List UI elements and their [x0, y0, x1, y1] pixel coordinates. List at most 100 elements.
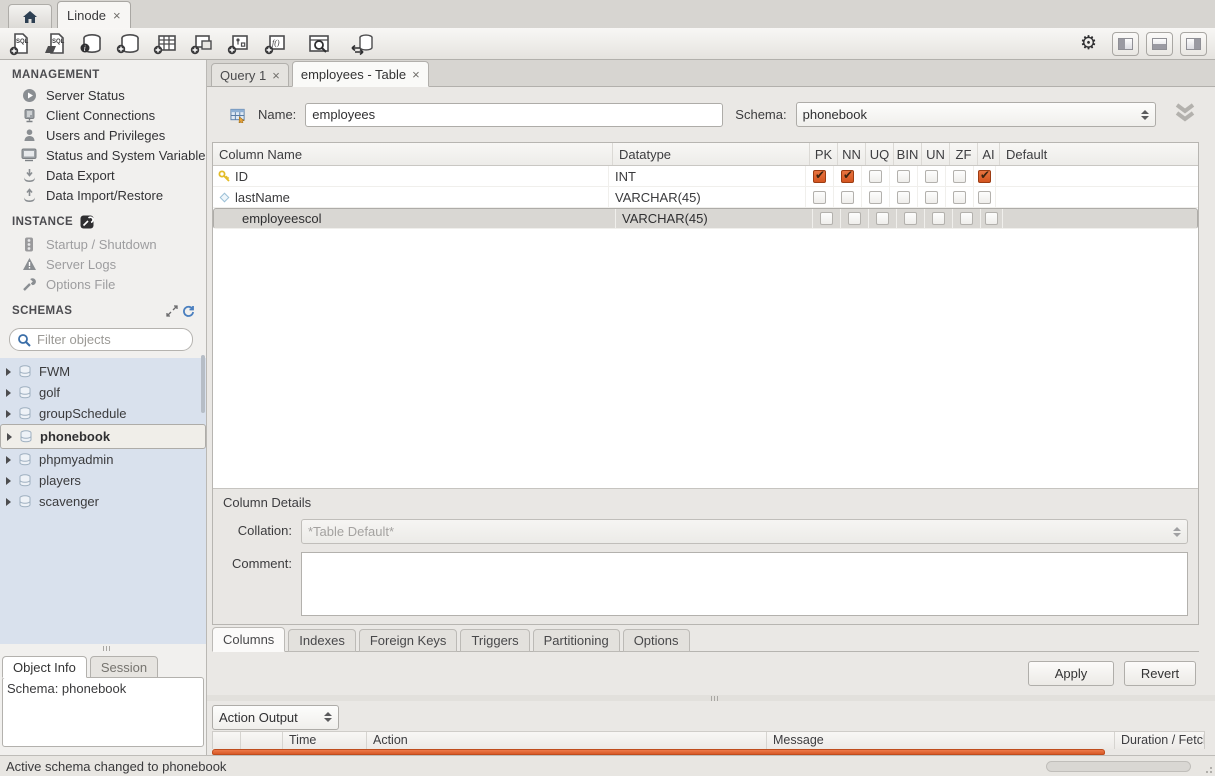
schema-item-golf[interactable]: golf [0, 382, 206, 403]
ai-checkbox[interactable] [985, 212, 998, 225]
chevron-double-down-icon[interactable] [1172, 102, 1198, 127]
bin-checkbox[interactable] [897, 170, 910, 183]
nn-checkbox[interactable] [841, 191, 854, 204]
expander-icon[interactable] [6, 456, 11, 464]
revert-button[interactable]: Revert [1124, 661, 1196, 686]
pk-checkbox[interactable] [820, 212, 833, 225]
add-view-icon[interactable] [189, 32, 215, 56]
un-checkbox[interactable] [932, 212, 945, 225]
expander-icon[interactable] [6, 498, 11, 506]
close-icon[interactable]: × [113, 8, 121, 23]
schema-item-players[interactable]: players [0, 470, 206, 491]
subtab-columns[interactable]: Columns [212, 627, 285, 652]
output-header-message[interactable]: Message [767, 732, 1115, 749]
header-datatype[interactable]: Datatype [613, 143, 810, 165]
add-function-icon[interactable]: f() [263, 32, 289, 56]
zf-checkbox[interactable] [953, 170, 966, 183]
sidebar-item-data-export[interactable]: Data Export [0, 165, 206, 185]
comment-textarea[interactable] [301, 552, 1188, 616]
sidebar-item-client-connections[interactable]: Client Connections [0, 105, 206, 125]
resize-grip[interactable] [1202, 763, 1212, 773]
expander-icon[interactable] [6, 389, 11, 397]
schema-item-groupschedule[interactable]: groupSchedule [0, 403, 206, 424]
sidebar-item-startup-shutdown[interactable]: Startup / Shutdown [0, 234, 206, 254]
add-routine-icon[interactable] [226, 32, 252, 56]
close-icon[interactable]: × [412, 67, 420, 82]
data-transfer-icon[interactable] [349, 32, 377, 56]
add-schema-icon[interactable] [115, 32, 141, 56]
sidebar-scrollbar-thumb[interactable] [201, 355, 205, 413]
output-selector[interactable]: Action Output [212, 705, 339, 730]
subtab-foreign-keys[interactable]: Foreign Keys [359, 629, 458, 652]
uq-checkbox[interactable] [869, 191, 882, 204]
un-checkbox[interactable] [925, 170, 938, 183]
table-name-input[interactable] [305, 103, 723, 127]
un-checkbox[interactable] [925, 191, 938, 204]
uq-checkbox[interactable] [869, 170, 882, 183]
header-un[interactable]: UN [922, 143, 950, 165]
output-header-duration[interactable]: Duration / Fetch [1115, 732, 1204, 749]
output-header-time[interactable]: Time [283, 732, 367, 749]
pk-checkbox[interactable] [813, 191, 826, 204]
bin-checkbox[interactable] [904, 212, 917, 225]
zf-checkbox[interactable] [953, 191, 966, 204]
expander-icon[interactable] [6, 410, 11, 418]
open-sql-file-icon[interactable]: SQL [43, 32, 67, 56]
column-row-employeescol[interactable]: employeescol VARCHAR(45) [213, 208, 1198, 229]
connect-database-icon[interactable]: i [78, 32, 104, 56]
toggle-left-panel-button[interactable] [1112, 32, 1139, 56]
bin-checkbox[interactable] [897, 191, 910, 204]
schema-item-phonebook[interactable]: phonebook [0, 424, 206, 449]
grid-empty-area[interactable] [213, 229, 1198, 488]
schema-filter-box[interactable] [9, 328, 193, 351]
schema-item-scavenger[interactable]: scavenger [0, 491, 206, 512]
admin-gear-icon[interactable]: ⚙ [1080, 34, 1097, 53]
connection-tab-linode[interactable]: Linode × [57, 1, 131, 28]
toggle-bottom-panel-button[interactable] [1146, 32, 1173, 56]
header-ai[interactable]: AI [978, 143, 1000, 165]
schema-item-fwm[interactable]: FWM [0, 361, 206, 382]
subtab-options[interactable]: Options [623, 629, 690, 652]
sidebar-item-data-import[interactable]: Data Import/Restore [0, 185, 206, 205]
home-tab[interactable] [8, 4, 52, 28]
ai-checkbox[interactable] [978, 191, 991, 204]
expander-icon[interactable] [7, 433, 12, 441]
close-icon[interactable]: × [272, 68, 280, 83]
output-header-action[interactable]: Action [367, 732, 767, 749]
column-row-lastname[interactable]: lastName VARCHAR(45) [213, 187, 1198, 208]
sidebar-item-server-logs[interactable]: Server Logs [0, 254, 206, 274]
nn-checkbox[interactable] [848, 212, 861, 225]
sidebar-item-users-privileges[interactable]: Users and Privileges [0, 125, 206, 145]
new-sql-tab-icon[interactable]: SQL [8, 32, 32, 56]
ai-checkbox[interactable] [978, 170, 991, 183]
subtab-partitioning[interactable]: Partitioning [533, 629, 620, 652]
schema-select[interactable]: phonebook [796, 102, 1156, 127]
tab-employees-table[interactable]: employees - Table × [292, 61, 429, 87]
sidebar-splitter-grip[interactable] [0, 644, 206, 653]
uq-checkbox[interactable] [876, 212, 889, 225]
expander-icon[interactable] [6, 477, 11, 485]
refresh-schemas-icon[interactable] [180, 303, 196, 319]
subtab-triggers[interactable]: Triggers [460, 629, 529, 652]
header-default[interactable]: Default [1000, 143, 1198, 165]
column-row-id[interactable]: ID INT [213, 166, 1198, 187]
tab-object-info[interactable]: Object Info [2, 656, 87, 678]
header-zf[interactable]: ZF [950, 143, 978, 165]
header-bin[interactable]: BIN [894, 143, 922, 165]
expand-schemas-icon[interactable] [164, 303, 180, 319]
header-uq[interactable]: UQ [866, 143, 894, 165]
tab-query-1[interactable]: Query 1 × [211, 63, 289, 87]
status-scrollbar-pill[interactable] [1046, 761, 1191, 772]
subtab-indexes[interactable]: Indexes [288, 629, 356, 652]
sidebar-item-system-variables[interactable]: Status and System Variables [0, 145, 206, 165]
sidebar-item-options-file[interactable]: Options File [0, 274, 206, 294]
schema-filter-input[interactable] [37, 332, 213, 347]
expander-icon[interactable] [6, 368, 11, 376]
add-table-icon[interactable] [152, 32, 178, 56]
header-nn[interactable]: NN [838, 143, 866, 165]
sidebar-item-server-status[interactable]: Server Status [0, 85, 206, 105]
schema-item-phpmyadmin[interactable]: phpmyadmin [0, 449, 206, 470]
nn-checkbox[interactable] [841, 170, 854, 183]
apply-button[interactable]: Apply [1028, 661, 1114, 686]
table-inspector-icon[interactable] [306, 32, 332, 56]
